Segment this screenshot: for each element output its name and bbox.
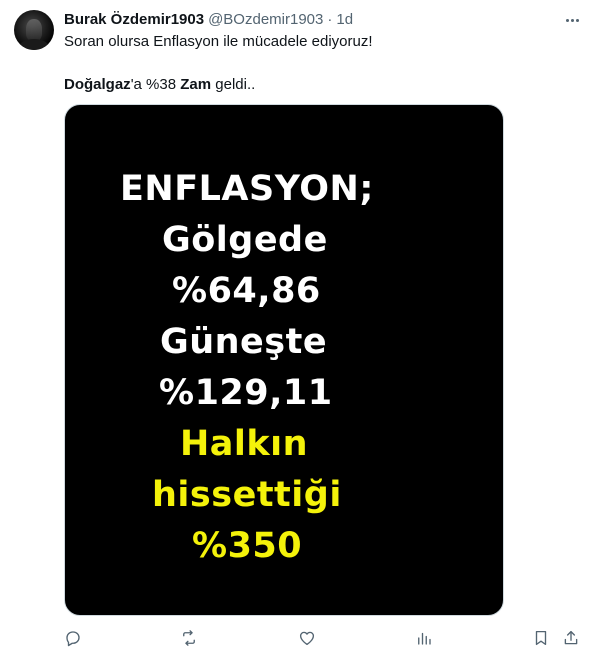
views-icon[interactable]	[412, 626, 436, 650]
image-text-enflasyon: ENFLASYON;	[120, 169, 374, 209]
retweet-icon[interactable]	[177, 626, 201, 650]
hashtag-zam: Zam	[180, 76, 212, 93]
tweet-text-line-1: Soran olursa Enflasyon ile mücadele ediy…	[64, 33, 373, 50]
image-text-guneste: Güneşte	[160, 322, 328, 362]
image-text-hissettigi: hissettiği	[152, 475, 342, 515]
more-icon[interactable]	[561, 10, 583, 30]
image-text-halkin: Halkın	[180, 424, 309, 464]
tweet-text-line-2: Doğalgaz'a %38 Zam geldi..	[64, 75, 255, 95]
author-display-name[interactable]: Burak Özdemir1903	[64, 10, 204, 30]
image-text-golgede-value: %64,86	[172, 271, 321, 311]
reply-icon[interactable]	[61, 626, 85, 650]
image-text-value-350: %350	[192, 526, 303, 566]
author-handle[interactable]: @BOzdemir1903	[208, 10, 323, 30]
tweet-image[interactable]: ENFLASYON; Gölgede %64,86 Güneşte %129,1…	[64, 104, 504, 616]
text-fragment: 'a %38	[130, 76, 181, 93]
tweet-header: Burak Özdemir1903 @BOzdemir1903 · 1d	[64, 10, 585, 30]
tweet-timestamp[interactable]: 1d	[336, 10, 353, 30]
image-text-golgede: Gölgede	[162, 220, 328, 260]
like-icon[interactable]	[295, 626, 319, 650]
image-text-guneste-value: %129,11	[159, 373, 333, 413]
share-icon[interactable]	[559, 626, 583, 650]
bookmark-icon[interactable]	[529, 626, 553, 650]
avatar[interactable]	[14, 10, 54, 50]
header-separator: ·	[327, 11, 333, 28]
tweet: Burak Özdemir1903 @BOzdemir1903 · 1d Sor…	[0, 0, 597, 659]
hashtag-dogalgaz: Doğalgaz	[64, 76, 131, 93]
tweet-actions	[64, 626, 584, 650]
text-fragment: geldi..	[211, 76, 256, 93]
